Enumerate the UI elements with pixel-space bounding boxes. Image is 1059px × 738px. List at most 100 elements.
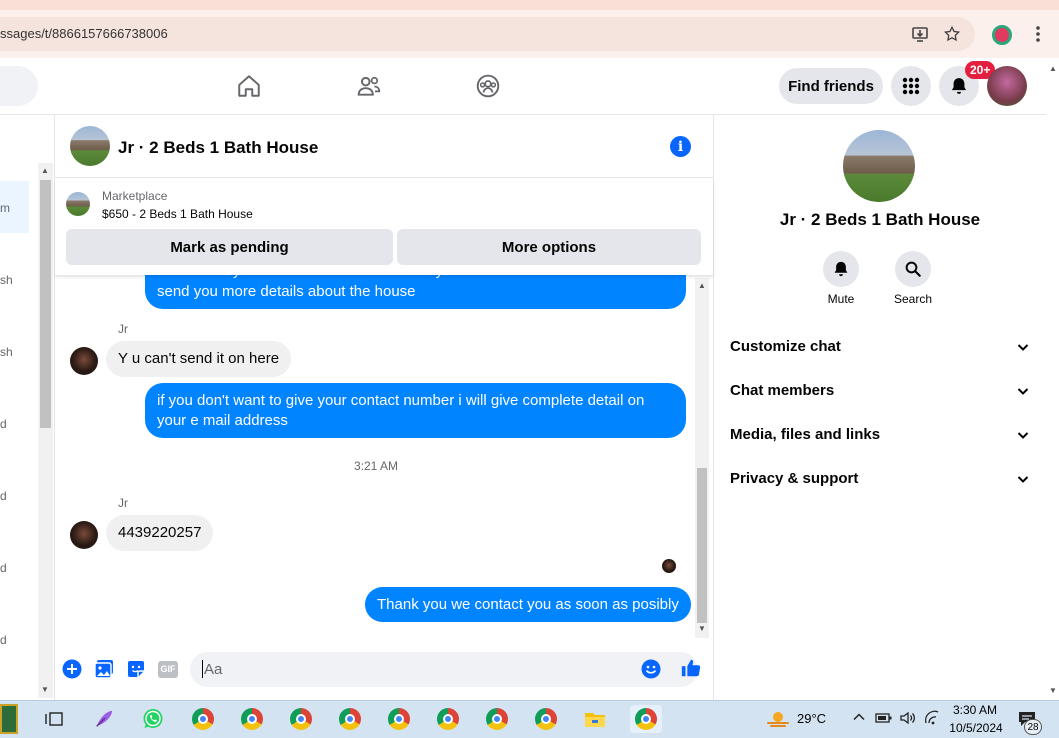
message-timestamp: 3:21 AM (354, 459, 399, 473)
chrome-profile-8-icon[interactable] (532, 705, 560, 733)
section-chat-members[interactable]: Chat members (730, 382, 1030, 399)
search-label: Search (893, 292, 933, 306)
section-label: Customize chat (730, 338, 841, 355)
home-icon[interactable] (229, 66, 269, 106)
file-explorer-icon[interactable] (581, 705, 609, 733)
chrome-active-icon[interactable] (630, 705, 662, 733)
details-title: Jr · 2 Beds 1 Bath House (779, 210, 981, 229)
message-text: if you don't want to give your contact n… (157, 392, 645, 429)
browser-top-strip (0, 0, 1059, 10)
mute-button[interactable] (823, 251, 859, 287)
thumbs-up-icon[interactable] (680, 657, 702, 679)
conversation-snippet[interactable]: d (0, 489, 7, 503)
clock-time[interactable]: 3:30 AM (951, 703, 999, 717)
add-plus-icon[interactable] (61, 658, 83, 680)
facebook-header (0, 58, 1046, 115)
section-customize-chat[interactable]: Customize chat (730, 338, 1030, 355)
photo-icon[interactable] (93, 658, 115, 680)
chrome-profile-7-icon[interactable] (483, 705, 511, 733)
message-sender: Jr (118, 496, 128, 510)
text-cursor (202, 660, 203, 678)
mute-label: Mute (827, 292, 855, 306)
chevron-down-icon (1017, 387, 1029, 395)
message-sender: Jr (118, 322, 128, 336)
section-privacy-support[interactable]: Privacy & support (730, 470, 1030, 487)
listing-price-title[interactable]: $650 - 2 Beds 1 Bath House (102, 207, 253, 221)
scroll-up-icon[interactable]: ▲ (41, 166, 49, 175)
message-text: Thank you we contact you as soon as posi… (377, 596, 679, 613)
install-app-icon[interactable] (910, 24, 930, 44)
scroll-down-icon[interactable]: ▼ (41, 685, 49, 694)
messages-scroll-thumb[interactable] (697, 468, 707, 623)
section-media-files-links[interactable]: Media, files and links (730, 426, 1030, 443)
chat-title[interactable]: Jr · 2 Beds 1 Bath House (118, 138, 318, 158)
account-avatar[interactable] (987, 66, 1027, 106)
details-avatar[interactable] (843, 130, 915, 202)
notification-count-badge: 28 (1024, 719, 1042, 735)
message-bubble-incoming[interactable]: 4439220257 (106, 515, 214, 551)
groups-icon[interactable] (468, 66, 508, 106)
message-bubble-incoming[interactable]: Y u can't send it on here (106, 341, 292, 377)
gif-label: GIF (158, 660, 178, 678)
conversation-snippet[interactable]: m (0, 201, 10, 215)
profile-icon[interactable] (992, 25, 1012, 45)
find-friends-button[interactable]: Find friends (779, 68, 883, 104)
weather-temperature[interactable]: 29°C (797, 711, 826, 726)
message-bubble-outgoing[interactable]: if you don't want to give your contact n… (145, 383, 686, 438)
conversation-snippet[interactable]: sh (0, 273, 13, 287)
battery-icon[interactable] (875, 711, 893, 730)
feather-app-icon[interactable] (90, 705, 118, 733)
chrome-profile-6-icon[interactable] (434, 705, 462, 733)
menu-grid-icon[interactable] (891, 66, 931, 106)
scroll-down-icon[interactable]: ▼ (698, 624, 706, 633)
pinned-app-icon[interactable] (0, 704, 18, 734)
more-options-button[interactable]: More options (397, 229, 701, 265)
sender-avatar[interactable] (70, 347, 98, 375)
chrome-profile-2-icon[interactable] (238, 705, 266, 733)
page-scrollbar[interactable] (1046, 58, 1059, 698)
conversation-snippet[interactable]: d (0, 417, 7, 431)
message-text: send you more details about the house (157, 283, 416, 300)
scroll-up-icon[interactable]: ▲ (698, 281, 706, 290)
sender-avatar[interactable] (70, 521, 98, 549)
scroll-down-icon[interactable]: ▼ (1049, 686, 1057, 695)
whatsapp-icon[interactable] (139, 705, 167, 733)
conversation-snippet[interactable]: sh (0, 345, 13, 359)
message-bubble-outgoing[interactable]: Thank you we contact you as soon as posi… (365, 587, 691, 622)
chevron-down-icon (1017, 431, 1029, 439)
message-input[interactable] (190, 652, 698, 687)
section-label: Media, files and links (730, 426, 881, 443)
weather-icon[interactable] (764, 705, 792, 733)
chrome-profile-1-icon[interactable] (189, 705, 217, 733)
listing-thumbnail[interactable] (66, 192, 90, 216)
wifi-icon[interactable] (923, 710, 941, 731)
mark-as-pending-button[interactable]: Mark as pending (66, 229, 393, 265)
conversation-snippet[interactable]: d (0, 633, 7, 647)
section-label: Privacy & support (730, 470, 859, 487)
search-button[interactable] (895, 251, 931, 287)
chrome-profile-3-icon[interactable] (287, 705, 315, 733)
gif-icon[interactable]: GIF (157, 658, 179, 680)
bookmark-star-icon[interactable] (942, 24, 962, 44)
friends-icon[interactable] (349, 66, 389, 106)
browser-menu-icon[interactable] (1028, 24, 1048, 44)
message-input-placeholder: Aa (204, 661, 223, 678)
address-bar-url[interactable]: ssages/t/8866157666738006 (0, 26, 168, 41)
message-text: Y u can't send it on here (118, 350, 280, 367)
chrome-profile-4-icon[interactable] (336, 705, 364, 733)
tray-chevron-up-icon[interactable] (852, 710, 866, 727)
conversation-snippet[interactable]: d (0, 561, 7, 575)
sticker-icon[interactable] (125, 658, 147, 680)
chrome-profile-5-icon[interactable] (385, 705, 413, 733)
info-icon[interactable]: i (670, 136, 691, 157)
emoji-icon[interactable] (640, 658, 662, 680)
seen-receipt-avatar (662, 559, 676, 573)
conversation-list-scroll-thumb[interactable] (40, 180, 51, 428)
scroll-up-icon[interactable]: ▲ (1049, 64, 1057, 73)
message-text: 4439220257 (118, 524, 202, 541)
chat-avatar[interactable] (70, 126, 110, 166)
speaker-icon[interactable] (899, 710, 917, 731)
task-view-icon[interactable] (40, 705, 68, 733)
clock-date[interactable]: 10/5/2024 (948, 721, 1004, 735)
section-label: Chat members (730, 382, 835, 399)
